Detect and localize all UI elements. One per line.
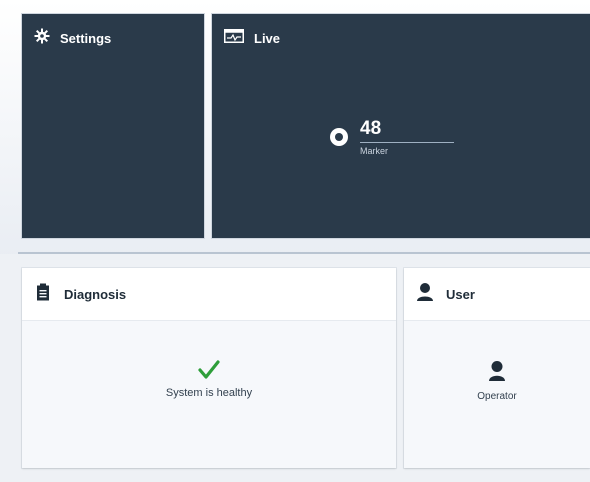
section-divider [18, 252, 590, 254]
live-title: Live [254, 30, 281, 46]
marker-value-block: 48 Marker [360, 118, 454, 156]
diagnosis-status-text: System is healthy [165, 387, 253, 399]
marker-icon [330, 128, 348, 146]
diagnosis-status: System is healthy [22, 360, 396, 399]
user-icon [416, 282, 434, 307]
diagnosis-tile[interactable]: Diagnosis System is healthy [22, 268, 396, 468]
live-tile-header[interactable]: Live [212, 14, 590, 62]
settings-tile[interactable]: Settings [22, 14, 204, 238]
marker-value: 48 [360, 118, 382, 139]
user-info: Operator [404, 360, 590, 402]
marker-underline [360, 142, 454, 143]
user-title: User [446, 286, 475, 302]
clipboard-icon [36, 283, 50, 306]
checkmark-icon [198, 360, 220, 385]
diagnosis-title: Diagnosis [64, 286, 127, 302]
gear-icon [34, 28, 50, 49]
user-tile-header[interactable]: User [404, 268, 590, 321]
settings-title: Settings [60, 30, 112, 46]
diagnosis-tile-header[interactable]: Diagnosis [22, 268, 396, 321]
settings-tile-header[interactable]: Settings [22, 14, 204, 62]
user-tile[interactable]: User Operator [404, 268, 590, 468]
marker-label: Marker [360, 146, 389, 156]
user-role: Operator [477, 391, 517, 402]
operator-avatar-icon [488, 360, 506, 387]
live-marker-readout: 48 Marker [330, 118, 454, 156]
pulse-monitor-icon [224, 28, 244, 48]
